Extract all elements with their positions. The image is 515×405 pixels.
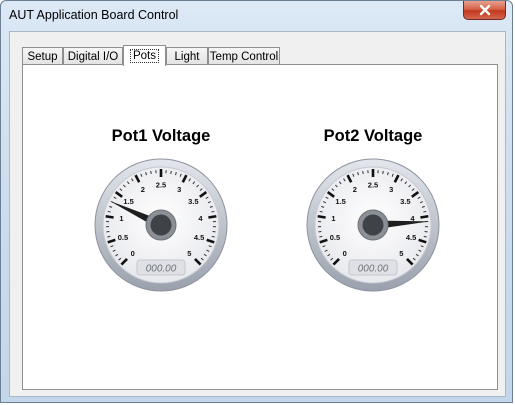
- title-bar[interactable]: AUT Application Board Control: [1, 1, 512, 31]
- tab-digital-io[interactable]: Digital I/O: [63, 47, 123, 65]
- gauge-tick-label: 1: [331, 214, 335, 223]
- gauge-minor-tick: [107, 235, 111, 238]
- gauge-tick-label: 2: [141, 185, 145, 194]
- gauge-major-tick: [208, 214, 217, 219]
- tab-label: Pots: [129, 49, 159, 63]
- gauge-tick-label: 0: [343, 249, 347, 258]
- pot2-title: Pot2 Voltage: [323, 127, 423, 145]
- pot1-gauge: 00.511.52 2.5 33.544.55000.00: [94, 158, 228, 292]
- gauge-tick-label: 3.5: [400, 197, 410, 206]
- gauge-tick-label: 5: [187, 249, 191, 258]
- close-button[interactable]: [463, 1, 506, 20]
- gauge-tick-label: 4.5: [194, 233, 204, 242]
- gauge-minor-tick: [319, 235, 323, 238]
- tab-label: Temp Control: [209, 50, 279, 63]
- gauge-major-tick: [420, 214, 429, 219]
- gauge-tick-label: 3.5: [188, 197, 198, 206]
- gauge-tick-label: 3: [389, 185, 393, 194]
- window-title: AUT Application Board Control: [9, 8, 179, 22]
- gauge-major-tick: [317, 214, 326, 219]
- pot1-title: Pot1 Voltage: [111, 127, 211, 145]
- gauge-minor-tick: [423, 235, 427, 238]
- gauge-hub-inner: [362, 214, 384, 236]
- gauge-minor-tick: [362, 170, 364, 175]
- tab-label: Light: [174, 50, 200, 63]
- gauge-tick-label: 5: [399, 249, 403, 258]
- client-area: Setup Digital I/O Pots Light Temp Contro…: [9, 31, 506, 397]
- gauge-tick-label: 3: [177, 185, 181, 194]
- gauge-major-tick: [105, 214, 114, 219]
- gauge-readout-text: 000.00: [358, 264, 389, 275]
- tab-label: Digital I/O: [67, 50, 119, 63]
- gauge-tick-label: 2: [353, 185, 357, 194]
- tab-temp-control[interactable]: Temp Control: [208, 47, 280, 65]
- gauge-minor-tick: [382, 170, 384, 175]
- gauge-readout-text: 000.00: [146, 264, 177, 275]
- tab-pots[interactable]: Pots: [123, 45, 166, 66]
- app-window: AUT Application Board Control Setup Digi…: [0, 0, 513, 403]
- gauge-tick-label: 1.5: [335, 197, 345, 206]
- gauge-tick-label: 1: [119, 214, 123, 223]
- gauge-tick-label: 2.5: [368, 181, 378, 190]
- tab-label: Setup: [27, 50, 58, 63]
- gauge-tick-label: 4.5: [406, 233, 416, 242]
- gauge-tick-label: 1.5: [123, 197, 133, 206]
- gauge-minor-tick: [170, 170, 172, 175]
- close-icon: [479, 4, 490, 16]
- pot2-gauge: 00.511.52 2.5 33.544.55000.00: [306, 158, 440, 292]
- gauge-tick-label: 2.5: [156, 181, 166, 190]
- gauge-minor-tick: [211, 235, 215, 238]
- gauge-tick-label: 0: [131, 249, 135, 258]
- gauge-minor-tick: [150, 170, 152, 175]
- pots-panel: Pot1 Voltage Pot2 Voltage 0 0.5 1 1.5 2 2.5 3 3…: [22, 64, 498, 390]
- gauge-tick-label: 0.5: [118, 233, 128, 242]
- tab-light[interactable]: Light: [166, 47, 208, 65]
- gauge-hub-inner: [150, 214, 172, 236]
- gauge-tick-label: 0.5: [330, 233, 340, 242]
- tab-setup[interactable]: Setup: [22, 47, 63, 65]
